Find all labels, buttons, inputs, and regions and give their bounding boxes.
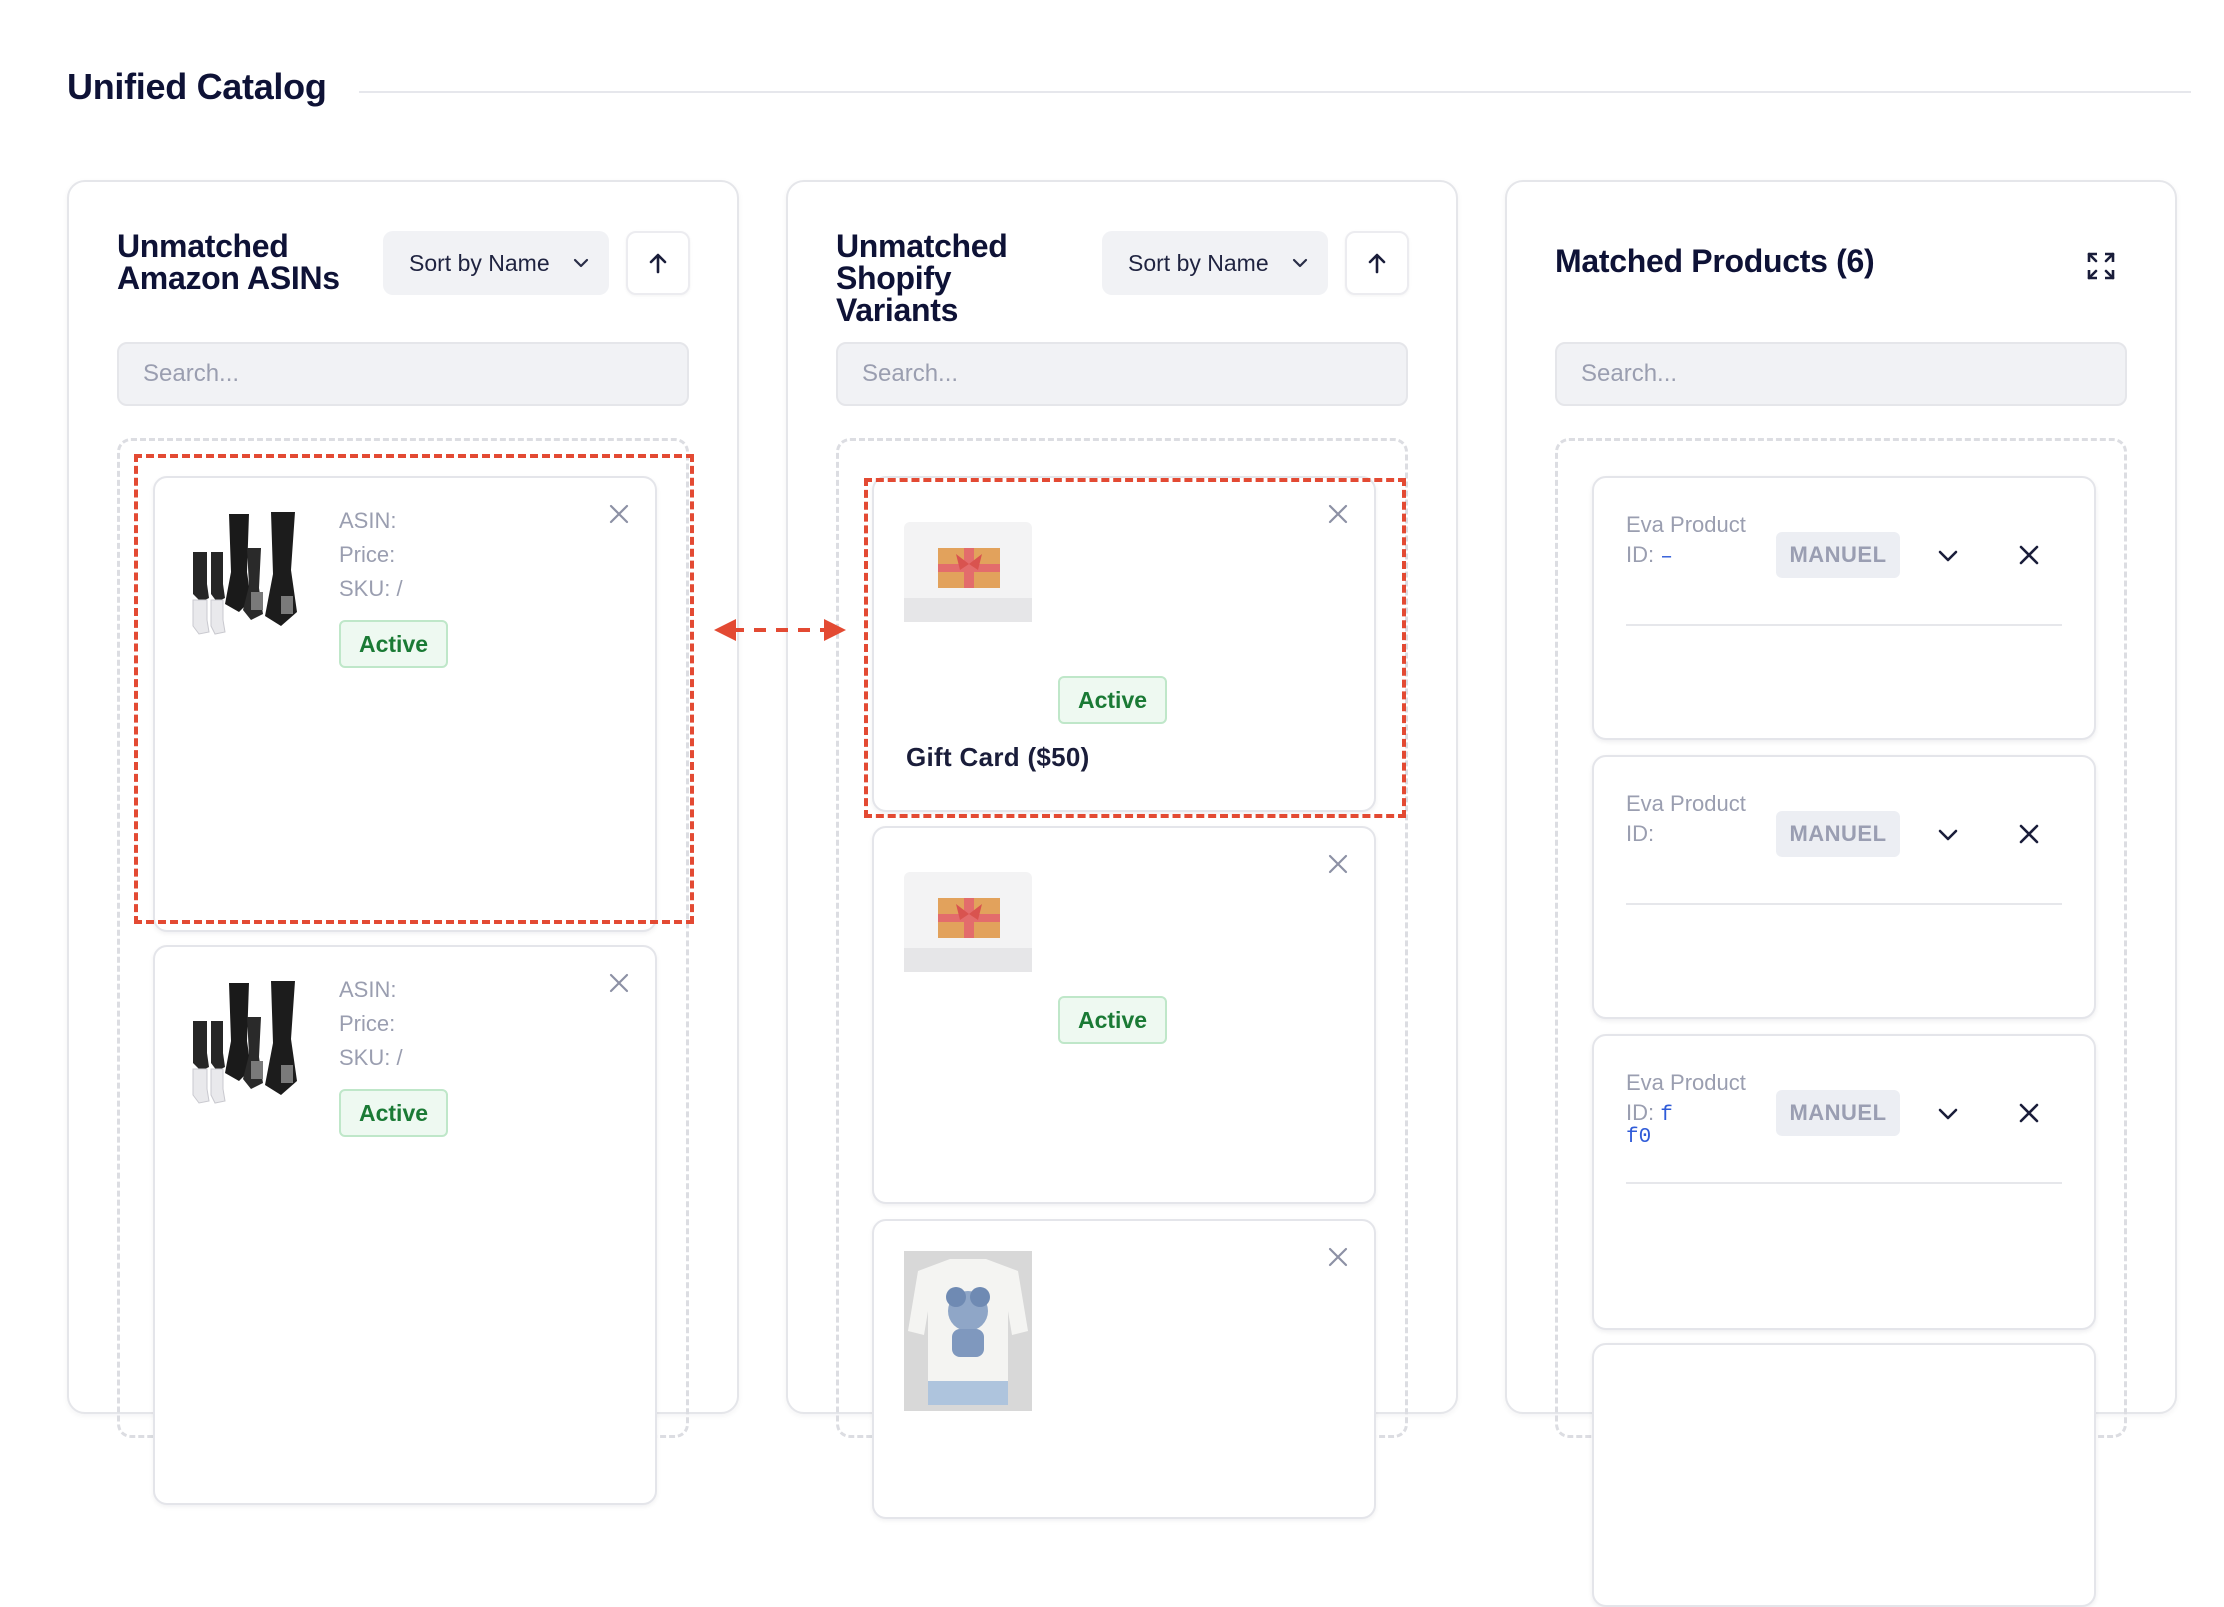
matched-panel-title: Matched Products (6)	[1555, 243, 1875, 279]
amazon-dropzone: ASIN: Price: SKU: / Active ASIN: Price: …	[117, 438, 689, 1505]
source-badge: MANUEL	[1776, 811, 1900, 857]
shopify-panel: Unmatched Shopify Variants Sort by Name …	[786, 180, 1458, 1519]
matched-product-card[interactable]: Eva Product ID: f f0 MANUEL	[1592, 1034, 2096, 1330]
shopify-dropzone: Active Gift Card ($50) Active	[836, 438, 1408, 1519]
double-arrow-icon	[714, 619, 846, 641]
card-divider	[1626, 903, 2062, 905]
status-badge: Active	[1058, 676, 1168, 724]
match-id-value: f	[1660, 1104, 1673, 1127]
sku-field: SKU: /	[339, 1041, 403, 1075]
asin-label: ASIN:	[339, 508, 397, 533]
close-icon[interactable]	[1326, 1245, 1350, 1269]
page-title: Unified Catalog	[67, 66, 327, 107]
variant-name: Gift Card ($50)	[906, 742, 1090, 772]
shopify-card[interactable]	[872, 1219, 1376, 1519]
close-icon[interactable]	[1326, 502, 1350, 526]
title-divider	[359, 91, 2191, 93]
sort-select-label: Sort by Name	[1128, 249, 1269, 276]
close-icon[interactable]	[2018, 1102, 2040, 1124]
sort-select-label: Sort by Name	[409, 249, 550, 276]
close-icon[interactable]	[607, 502, 631, 526]
close-icon[interactable]	[1326, 852, 1350, 876]
sku-label: SKU:	[339, 576, 391, 601]
close-icon[interactable]	[607, 971, 631, 995]
amazon-card[interactable]: ASIN: Price: SKU: / Active	[153, 476, 657, 932]
gift-card-image	[904, 872, 1032, 972]
price-label: Price:	[339, 542, 396, 567]
match-id-label: ID:	[1626, 1100, 1655, 1125]
shopify-card[interactable]: Active	[872, 826, 1376, 1204]
asin-label: ASIN:	[339, 977, 397, 1002]
chevron-down-icon[interactable]	[1936, 823, 1960, 847]
sku-value: /	[396, 576, 403, 601]
chevron-down-icon	[573, 258, 589, 268]
matched-product-card[interactable]	[1592, 1343, 2096, 1607]
amazon-panel-title: Unmatched Amazon ASINs	[117, 228, 340, 296]
amazon-card[interactable]: ASIN: Price: SKU: / Active	[153, 945, 657, 1505]
shopify-sort-direction-button[interactable]	[1345, 231, 1409, 295]
matched-product-card[interactable]: Eva Product ID: MANUEL	[1592, 755, 2096, 1019]
chevron-down-icon	[1292, 258, 1308, 268]
amazon-panel: Unmatched Amazon ASINs Sort by Name ASIN…	[67, 180, 739, 1505]
card-divider	[1626, 624, 2062, 626]
match-product-label: Eva Product	[1626, 791, 1746, 816]
expand-button[interactable]	[2083, 248, 2119, 284]
gift-card-image	[904, 522, 1032, 622]
product-image	[185, 508, 313, 636]
arrow-up-icon	[1368, 253, 1386, 274]
match-id-label: ID:	[1626, 821, 1655, 846]
matched-search-input[interactable]	[1555, 342, 2127, 406]
shopify-search-input[interactable]	[836, 342, 1408, 406]
close-icon[interactable]	[2018, 823, 2040, 845]
shopify-sort-select[interactable]: Sort by Name	[1102, 231, 1328, 295]
product-image	[185, 977, 313, 1105]
matched-product-card[interactable]: Eva Product ID: – MANUEL	[1592, 476, 2096, 740]
source-badge: MANUEL	[1776, 1090, 1900, 1136]
chevron-down-icon[interactable]	[1936, 1102, 1960, 1126]
amazon-sort-select[interactable]: Sort by Name	[383, 231, 609, 295]
shopify-panel-title: Unmatched Shopify Variants	[836, 228, 1008, 328]
match-id-value-continued: f0	[1626, 1126, 1652, 1149]
status-badge: Active	[339, 1089, 449, 1137]
match-id-label: ID:	[1626, 542, 1655, 567]
close-icon[interactable]	[2018, 544, 2040, 566]
expand-icon	[2087, 252, 2115, 280]
shopify-card[interactable]: Active Gift Card ($50)	[872, 476, 1376, 812]
card-divider	[1626, 1182, 2062, 1184]
amazon-sort-direction-button[interactable]	[626, 231, 690, 295]
match-product-label: Eva Product	[1626, 1070, 1746, 1095]
chevron-down-icon[interactable]	[1936, 544, 1960, 568]
matched-dropzone: Eva Product ID: – MANUEL Eva Product ID:…	[1555, 438, 2127, 1607]
sku-label: SKU:	[339, 1045, 391, 1070]
arrow-up-icon	[649, 253, 667, 274]
sku-field: SKU: /	[339, 572, 403, 606]
matched-panel: Matched Products (6) Eva Product ID: – M…	[1505, 180, 2177, 1607]
match-id-row: ID: –	[1626, 540, 1673, 573]
source-badge: MANUEL	[1776, 532, 1900, 578]
status-badge: Active	[1058, 996, 1168, 1044]
match-product-label: Eva Product	[1626, 512, 1746, 537]
sku-value: /	[396, 1045, 403, 1070]
match-id-row: ID:	[1626, 819, 1654, 852]
product-image	[904, 1251, 1032, 1411]
price-label: Price:	[339, 1011, 396, 1036]
status-badge: Active	[339, 620, 449, 668]
amazon-search-input[interactable]	[117, 342, 689, 406]
match-id-value: –	[1660, 546, 1673, 569]
page-header: Unified Catalog	[67, 66, 2191, 126]
